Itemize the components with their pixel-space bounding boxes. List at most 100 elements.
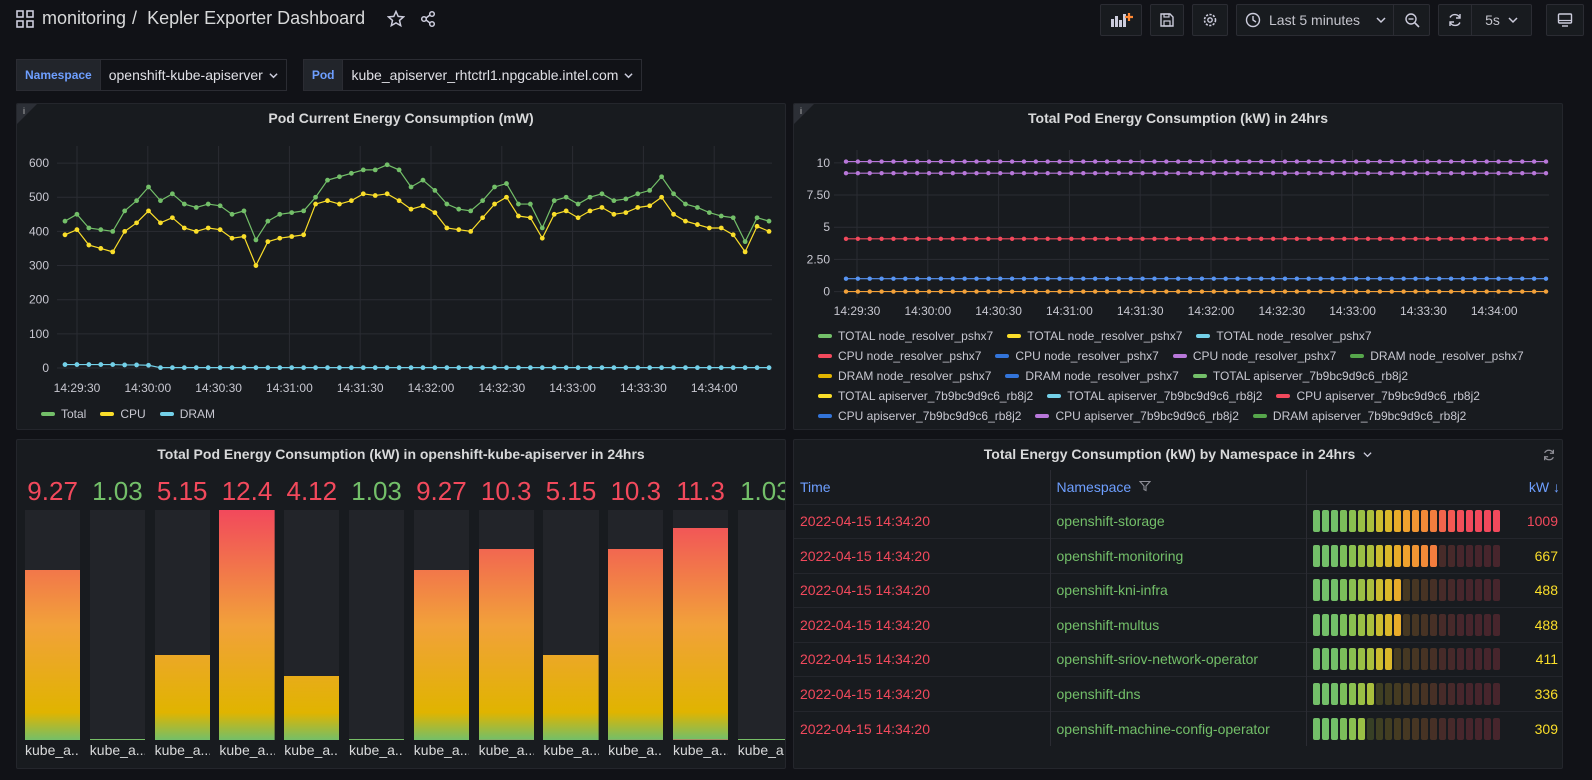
panel-title[interactable]: Total Energy Consumption (kW) by Namespa… <box>794 446 1562 462</box>
data-point <box>1437 289 1442 294</box>
namespace-variable-select[interactable]: openshift-kube-apiserver <box>100 59 287 91</box>
lcd-segment <box>1420 579 1428 602</box>
apps-grid-icon[interactable] <box>16 9 34 28</box>
legend-item[interactable]: TOTAL apiserver_7b9bc9d9c6_rb8j2 <box>1192 369 1408 383</box>
bar-gauge[interactable]: 10.3 kube_a... <box>478 470 534 768</box>
bar-gauge[interactable]: 1.03 kube_a... <box>89 470 145 768</box>
data-point <box>1033 276 1039 281</box>
legend-label: DRAM node_resolver_pshx7 <box>838 369 992 383</box>
legend-item[interactable]: CPU <box>100 407 146 421</box>
lcd-segment <box>1402 544 1410 567</box>
table-row[interactable]: 2022-04-15 14:34:20 openshift-dns 336 <box>794 676 1562 711</box>
table-row[interactable]: 2022-04-15 14:34:20 openshift-machine-con… <box>794 710 1562 746</box>
legend-item[interactable]: TOTAL node_resolver_pshx7 <box>1196 329 1372 343</box>
folder-link[interactable]: monitoring <box>42 8 126 29</box>
data-point <box>134 362 139 368</box>
bar-gauge[interactable]: 1.03 kube_a... <box>348 470 405 768</box>
cycle-view-mode-button[interactable] <box>1546 4 1584 36</box>
data-point <box>396 198 402 204</box>
data-point <box>158 365 163 371</box>
dashboard-settings-button[interactable] <box>1192 4 1228 36</box>
data-point <box>599 365 605 371</box>
legend-item[interactable]: TOTAL apiserver_7b9bc9d9c6_rb8j2 <box>818 389 1033 403</box>
lcd-segment <box>1330 510 1338 533</box>
energy-24h-line-chart[interactable]: 0 2.50 5 7.50 10 14:29:30 14:30:00 14:30:30 14:3… <box>794 132 1563 327</box>
legend-item[interactable]: CPU node_resolver_pshx7 <box>818 349 981 363</box>
lcd-segment <box>1321 510 1329 533</box>
legend-label: TOTAL apiserver_7b9bc9d9c6_rb8j2 <box>838 389 1034 403</box>
share-icon[interactable] <box>419 10 437 28</box>
lcd-segment <box>1438 579 1446 602</box>
energy-line-chart[interactable]: 0 100 200 300 400 500 600 14:29:30 14:30:00 14:30… <box>17 132 786 422</box>
series-line-cpu[interactable] <box>64 193 770 267</box>
filter-icon[interactable] <box>1138 480 1152 492</box>
data-point <box>671 191 676 197</box>
bar-gauge[interactable]: 1.03 kube_a... <box>737 470 785 768</box>
add-panel-button[interactable] <box>1100 4 1142 36</box>
data-point <box>420 203 426 209</box>
table-row[interactable]: 2022-04-15 14:34:20 openshift-sriov-netwo… <box>794 641 1562 677</box>
zoom-out-button[interactable] <box>1394 4 1430 36</box>
x-tick-label: 14:32:30 <box>1258 304 1305 318</box>
data-point <box>938 159 944 164</box>
column-header-namespace[interactable]: Namespace <box>1050 470 1307 504</box>
legend-item[interactable]: DRAM <box>159 407 215 421</box>
data-point <box>1508 159 1513 164</box>
legend-item[interactable]: CPU node_resolver_pshx7 <box>995 349 1159 363</box>
lcd-segment <box>1357 682 1365 705</box>
panel-title[interactable]: Total Pod Energy Consumption (kW) in ope… <box>17 446 785 462</box>
kw-value: 667 <box>1534 547 1558 564</box>
bar-gauge[interactable]: 5.15 kube_a... <box>543 470 599 768</box>
legend-item[interactable]: TOTAL node_resolver_pshx7 <box>1007 329 1182 343</box>
table-row[interactable]: 2022-04-15 14:34:20 openshift-multus 488 <box>794 607 1562 642</box>
column-header-kw[interactable]: kW ↓ <box>1306 470 1562 504</box>
bar-gauge-fill <box>154 654 210 740</box>
legend-item[interactable]: DRAM node_resolver_pshx7 <box>818 369 991 383</box>
legend-item[interactable]: CPU node_resolver_pshx7 <box>1172 349 1336 363</box>
data-point <box>1508 289 1513 294</box>
pod-variable-select[interactable]: kube_apiserver_rhtctrl1.npgcable.intel.c… <box>343 59 643 91</box>
legend-item[interactable]: DRAM node_resolver_pshx7 <box>1005 369 1179 383</box>
data-point <box>1484 159 1489 164</box>
legend-item[interactable]: DRAM node_resolver_pshx7 <box>1350 349 1524 363</box>
legend-item[interactable]: DRAM apiserver_7b9bc9d9c6_rb8j2 <box>1252 409 1466 423</box>
bar-gauge[interactable]: 11.3 kube_a... <box>672 470 729 768</box>
data-point <box>1543 276 1549 281</box>
data-point <box>891 159 896 164</box>
table-row[interactable]: 2022-04-15 14:34:20 openshift-monitoring 6… <box>794 538 1562 573</box>
data-point <box>855 159 861 164</box>
data-point <box>1104 276 1110 281</box>
table-row[interactable]: 2022-04-15 14:34:20 openshift-storage 1009 <box>794 503 1562 539</box>
time-range-picker[interactable]: Last 5 minutes <box>1236 4 1394 36</box>
dashboard-title[interactable]: Kepler Exporter Dashboard <box>147 8 365 29</box>
bar-gauge[interactable]: 12.4 kube_a... <box>219 470 275 768</box>
legend-item[interactable]: CPU apiserver_7b9bc9d9c6_rb8j2 <box>818 409 1021 423</box>
bar-gauge[interactable]: 10.3 kube_a... <box>608 470 664 768</box>
legend-item[interactable]: CPU apiserver_7b9bc9d9c6_rb8j2 <box>1276 389 1480 403</box>
lcd-segment <box>1339 648 1347 671</box>
data-point <box>1140 159 1145 164</box>
bar-gauge[interactable]: 9.27 kube_a... <box>25 470 81 768</box>
chevron-down-icon <box>1376 17 1386 24</box>
data-point <box>1282 289 1288 294</box>
refresh-icon[interactable] <box>1542 448 1556 462</box>
data-point <box>1531 159 1537 164</box>
bar-gauge[interactable]: 9.27 kube_a... <box>413 470 469 768</box>
legend-item[interactable]: TOTAL node_resolver_pshx7 <box>818 329 993 343</box>
toolbar: Last 5 minutes 5s <box>1100 4 1584 36</box>
star-icon[interactable] <box>387 9 406 28</box>
legend-item[interactable]: CPU apiserver_7b9bc9d9c6_rb8j2 <box>1035 409 1239 423</box>
column-header-time[interactable]: Time <box>794 470 1051 504</box>
legend-item[interactable]: Total <box>41 407 86 421</box>
bar-gauge[interactable]: 5.15 kube_a... <box>154 470 210 768</box>
panel-title[interactable]: Pod Current Energy Consumption (mW) <box>17 110 785 126</box>
panel-title[interactable]: Total Pod Energy Consumption (kW) in 24h… <box>794 110 1562 126</box>
refresh-button[interactable] <box>1438 4 1472 36</box>
namespace-variable-value: openshift-kube-apiserver <box>108 67 263 83</box>
save-dashboard-button[interactable] <box>1150 4 1184 36</box>
table-row[interactable]: 2022-04-15 14:34:20 openshift-kni-infra 48… <box>794 572 1562 608</box>
legend-item[interactable]: TOTAL apiserver_7b9bc9d9c6_rb8j2 <box>1047 389 1262 403</box>
refresh-interval-picker[interactable]: 5s <box>1472 4 1532 36</box>
bar-gauge[interactable]: 4.12 kube_a... <box>284 470 340 768</box>
data-point <box>1318 236 1323 241</box>
